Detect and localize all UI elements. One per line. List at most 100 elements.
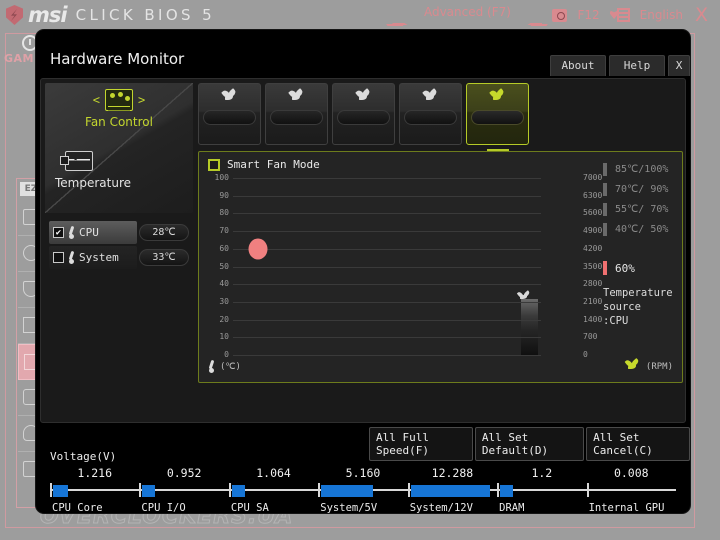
curve-step-marker — [603, 222, 607, 236]
favorites-icon[interactable] — [609, 8, 630, 22]
curve-step-text: 85℃/100% — [615, 163, 669, 175]
voltage-value: 1.2 — [531, 466, 553, 480]
current-duty-marker — [603, 261, 607, 275]
voltage-tick — [407, 483, 410, 497]
curve-step-row: 55℃/ 70% — [603, 199, 688, 219]
rpm-bar-fan-icon — [516, 292, 533, 301]
page-title: Hardware Monitor — [50, 50, 185, 68]
prev-arrow-icon[interactable]: < — [93, 93, 100, 107]
gridline — [233, 266, 541, 268]
advanced-mode-button[interactable]: Advanced (F7) — [378, 3, 557, 27]
fan-tab-cpu-1[interactable] — [198, 83, 261, 145]
fan-tab-system-3[interactable] — [466, 83, 529, 145]
brand-name: msi — [28, 3, 68, 27]
gridline — [233, 319, 541, 321]
curve-step-row: 70℃/ 90% — [603, 179, 688, 199]
temp-unit-label: (℃) — [220, 361, 241, 372]
fan-tab-system-1[interactable] — [332, 83, 395, 145]
rpm-axis-legend: (RPM) — [624, 360, 673, 373]
next-arrow-icon[interactable]: > — [138, 93, 145, 107]
y-axis-tick-label: 50 — [219, 261, 229, 271]
gridline — [233, 301, 541, 303]
fan-curve-point[interactable] — [248, 238, 268, 260]
bios-close-icon[interactable]: X — [693, 5, 710, 25]
curve-step-text: 55℃/ 70% — [615, 203, 669, 215]
smart-fan-mode-toggle[interactable]: Smart Fan Mode — [208, 158, 320, 171]
msi-shield-icon — [6, 5, 23, 25]
sensor-cpu-name: CPU — [79, 226, 99, 239]
voltage-tick — [139, 483, 142, 497]
curve-step-marker — [603, 202, 607, 216]
fan-tab-rpm — [404, 110, 457, 125]
rpm-unit-label: (RPM) — [645, 361, 673, 372]
voltage-bar — [321, 485, 373, 497]
fan-control-icon — [105, 89, 133, 111]
fan-icon — [489, 90, 506, 104]
sensor-system-checkbox[interactable] — [53, 252, 64, 263]
screenshot-camera-icon[interactable] — [552, 8, 568, 22]
screenshot-key-label: F12 — [577, 8, 600, 22]
close-button[interactable]: X — [668, 55, 690, 76]
voltage-label: CPU Core — [52, 502, 103, 514]
current-duty-value: 60% — [615, 261, 635, 275]
sensor-cpu-checkbox[interactable]: ✔ — [53, 227, 64, 238]
fan-curve-plot[interactable]: 100 7000 90 6300 80 5600 70 4900 60 4200 50 3500 40 2… — [215, 173, 603, 359]
curve-step-marker — [603, 182, 607, 196]
temperature-selector[interactable]: Temperature — [55, 151, 131, 190]
fan-tab-rpm — [270, 110, 323, 125]
curve-step-marker — [603, 162, 607, 176]
gridline — [233, 178, 541, 179]
gridline — [233, 195, 541, 197]
fan-tab-rpm — [471, 110, 524, 125]
voltage-label: System/5V — [320, 502, 378, 514]
temperature-label: Temperature — [55, 176, 132, 190]
fan-tab-rpm — [203, 110, 256, 125]
voltage-bar — [410, 485, 490, 497]
fan-tab-cpu-2[interactable] — [265, 83, 328, 145]
fan-tab-system-2[interactable] — [399, 83, 462, 145]
temperature-checkbox-glyph — [60, 156, 69, 165]
voltage-label: Internal GPU — [588, 502, 665, 514]
plot-axis-footer: (℃) (RPM) — [208, 360, 673, 376]
fan-control-selector[interactable]: < > Fan Control — [45, 89, 193, 129]
temp-axis-legend: (℃) — [208, 360, 241, 373]
advanced-mode-label: Advanced (F7) — [423, 5, 511, 19]
fan-icon — [355, 90, 372, 104]
voltage-value: 0.008 — [613, 466, 649, 480]
curve-step-row: 85℃/100% — [603, 159, 688, 179]
bios-top-header: msi CLICK BIOS 5 Advanced (F7) F12 Engli… — [0, 0, 720, 30]
sensor-cpu-value: 28℃ — [139, 224, 189, 241]
voltage-value: 1.064 — [256, 466, 291, 480]
help-button[interactable]: Help — [609, 55, 665, 76]
voltage-value: 5.160 — [345, 466, 381, 480]
temperature-icon — [60, 151, 93, 171]
gridline — [233, 355, 541, 356]
smart-fan-mode-checkbox[interactable] — [208, 158, 220, 171]
voltage-tick — [228, 483, 231, 497]
y-axis-tick-label: 100 — [214, 173, 229, 182]
sensor-system-label-group: System — [49, 246, 137, 269]
voltage-tick — [318, 483, 321, 497]
thermometer-icon — [68, 251, 75, 264]
voltage-value: 12.288 — [431, 466, 474, 480]
y-axis-tick-label: 40 — [219, 279, 229, 289]
language-selector[interactable]: English — [640, 8, 683, 22]
curve-step-row: 40℃/ 50% — [603, 219, 688, 239]
rpm-axis-tick-label: 700 — [583, 332, 598, 342]
fan-icon — [422, 90, 439, 104]
sensor-cpu-label-group: ✔ CPU — [49, 221, 137, 244]
voltage-label: CPU I/O — [141, 502, 186, 514]
gridline — [233, 337, 541, 339]
current-rpm-bar — [520, 295, 538, 355]
curve-step-text: 70℃/ 90% — [615, 183, 669, 195]
about-button[interactable]: About — [550, 55, 606, 76]
thermometer-icon — [208, 360, 215, 373]
sensor-row-system[interactable]: System 33℃ — [49, 246, 189, 269]
sensor-row-cpu[interactable]: ✔ CPU 28℃ — [49, 221, 189, 244]
voltage-section: Voltage(V) 1.216 CPU Core 0.952 CPU I/O 1.06… — [40, 450, 686, 514]
smart-fan-mode-label: Smart Fan Mode — [227, 158, 320, 171]
dialog-content: < > Fan Control Temperature ✔ CPU 28℃ Sy… — [40, 78, 686, 423]
voltage-tick — [50, 483, 52, 497]
voltage-value: 1.216 — [77, 466, 113, 480]
fan-icon — [624, 360, 641, 373]
